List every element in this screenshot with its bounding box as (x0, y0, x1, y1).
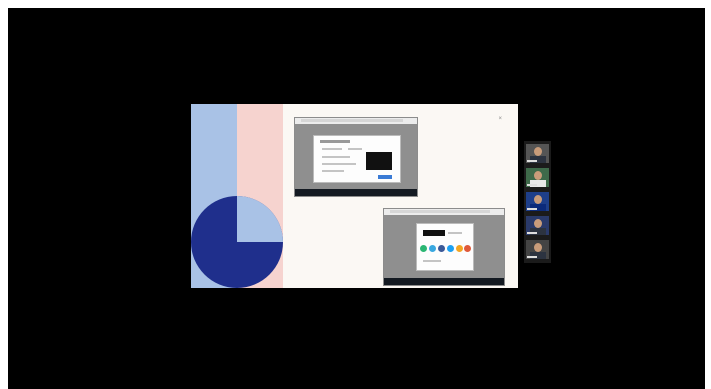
dialog-text-line (322, 156, 350, 158)
dialog-text-line (322, 170, 344, 172)
share-option-icon[interactable] (420, 245, 427, 252)
dialog-text-line (348, 148, 362, 150)
taskbar (295, 189, 417, 196)
shared-screen: × (191, 104, 518, 288)
close-icon[interactable]: × (498, 116, 502, 122)
participant-video[interactable] (526, 240, 549, 259)
nested-screenshot-top (294, 117, 418, 197)
nested-screenshot-bottom (383, 208, 505, 286)
meeting-window: × (8, 8, 705, 389)
participant-video[interactable] (526, 168, 549, 187)
share-option-icon[interactable] (464, 245, 471, 252)
share-option-icon[interactable] (456, 245, 463, 252)
decorative-pie-graphic (191, 196, 283, 288)
share-dialog (416, 223, 474, 271)
address-bar (301, 119, 403, 122)
participant-video[interactable] (526, 144, 549, 163)
share-option-icon[interactable] (447, 245, 454, 252)
browser-content (384, 215, 504, 278)
address-bar (390, 210, 490, 213)
dialog-text-line (322, 148, 342, 150)
dialog-window (313, 135, 401, 183)
dialog-title (320, 140, 350, 143)
participant-video[interactable] (526, 216, 549, 235)
dialog-text-line (448, 232, 462, 234)
dialog-text-line (322, 163, 356, 165)
share-dialog-header (423, 230, 445, 236)
participant-video[interactable] (526, 192, 549, 211)
browser-content (295, 124, 417, 189)
dialog-text-line (423, 260, 441, 262)
taskbar (384, 278, 504, 285)
participant-strip (524, 141, 551, 263)
share-option-icon[interactable] (429, 245, 436, 252)
share-option-icon[interactable] (438, 245, 445, 252)
dialog-preview (366, 152, 392, 170)
dialog-button[interactable] (378, 175, 392, 179)
